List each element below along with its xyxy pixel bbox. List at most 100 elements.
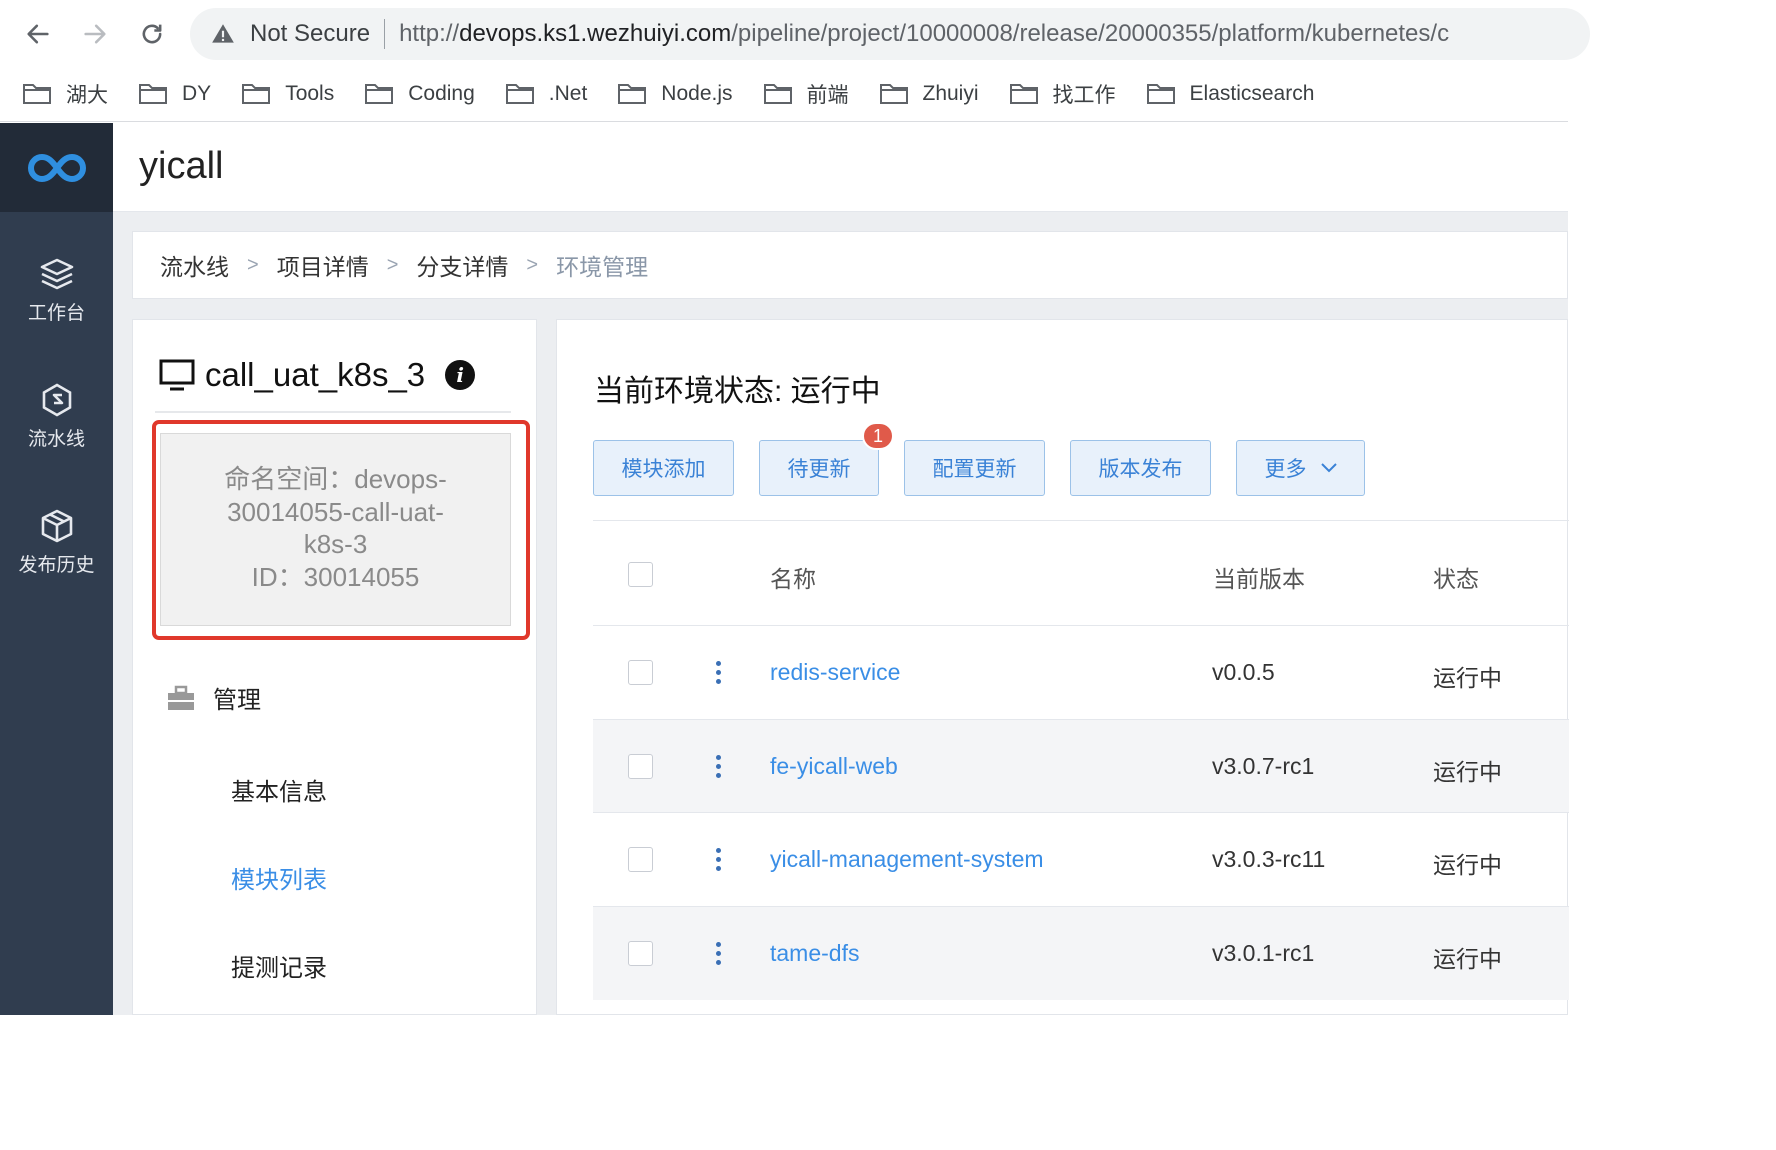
pending-update-button[interactable]: 待更新 <box>759 440 879 496</box>
reload-icon <box>142 24 162 44</box>
folder-icon <box>242 83 271 104</box>
row-checkbox[interactable] <box>628 660 653 685</box>
env-status-title: 当前环境状态: 运行中 <box>594 375 881 408</box>
bookmark-item[interactable]: 前端 <box>763 79 849 109</box>
breadcrumb-item-branch[interactable]: 分支详情 <box>416 248 508 282</box>
column-header-status[interactable]: 状态 <box>1433 560 1479 594</box>
warning-icon <box>212 24 234 43</box>
highlight-annotation <box>152 420 530 640</box>
folder-icon <box>879 83 908 104</box>
layers-icon <box>40 258 73 290</box>
more-label: 更多 <box>1264 458 1307 481</box>
folder-icon <box>23 83 51 104</box>
chevron-right-icon: > <box>247 253 259 276</box>
breadcrumb-item-pipeline[interactable]: 流水线 <box>160 248 229 282</box>
chevron-right-icon: > <box>526 253 539 276</box>
hexagon-s-icon <box>42 383 71 417</box>
app-logo[interactable] <box>0 123 113 212</box>
bookmark-item[interactable]: Zhuiyi <box>879 82 979 106</box>
bookmark-label: Elasticsearch <box>1189 81 1315 105</box>
bookmark-item[interactable]: .Net <box>505 81 588 106</box>
module-status: 运行中 <box>1433 852 1502 878</box>
divider <box>155 411 511 413</box>
sidebar-item-label: 发布历史 <box>18 555 95 576</box>
forward-button[interactable] <box>75 14 115 54</box>
module-version: v3.0.3-rc11 <box>1212 846 1326 872</box>
folder-icon <box>505 83 534 104</box>
pending-count-badge: 1 <box>862 422 894 450</box>
bookmark-label: 前端 <box>806 83 849 107</box>
menu-group-management[interactable]: 管理 <box>167 680 261 715</box>
address-bar[interactable]: Not Secure http://devops.ks1.wezhuiyi.co… <box>190 8 1590 60</box>
add-module-button[interactable]: 模块添加 <box>593 440 734 496</box>
row-actions-kebab-icon[interactable] <box>716 661 722 688</box>
app-header: yicall <box>113 123 1568 212</box>
info-icon[interactable]: i <box>445 360 476 390</box>
table-row: yicall-management-system v3.0.3-rc11 运行中 <box>593 812 1569 906</box>
config-update-button[interactable]: 配置更新 <box>904 440 1045 496</box>
breadcrumb-item-project[interactable]: 项目详情 <box>277 248 369 282</box>
menu-group-label: 管理 <box>213 687 261 714</box>
bookmark-item[interactable]: Coding <box>364 82 475 106</box>
table-top-rule <box>593 520 1569 521</box>
folder-icon <box>618 83 647 104</box>
select-all-checkbox[interactable] <box>628 562 653 587</box>
breadcrumb-item-env: 环境管理 <box>556 254 649 280</box>
bookmark-item[interactable]: Tools <box>241 82 334 106</box>
row-checkbox[interactable] <box>628 754 653 779</box>
row-checkbox[interactable] <box>628 941 653 966</box>
reload-button[interactable] <box>132 14 172 54</box>
url-host: devops.ks1.wezhuiyi.com <box>459 20 732 47</box>
row-checkbox[interactable] <box>628 847 653 872</box>
module-name-link[interactable]: tame-dfs <box>770 940 859 967</box>
row-actions-kebab-icon[interactable] <box>716 942 722 969</box>
sidebar-item-release-history[interactable]: 发布历史 <box>0 508 113 577</box>
more-dropdown-button[interactable]: 更多 <box>1236 440 1365 496</box>
row-actions-kebab-icon[interactable] <box>716 848 722 875</box>
box-icon <box>41 509 72 543</box>
bookmark-label: Coding <box>408 81 475 105</box>
bookmark-label: 找工作 <box>1052 83 1116 107</box>
url-text: http://devops.ks1.wezhuiyi.com/pipeline/… <box>399 20 1449 48</box>
menu-item-test-records[interactable]: 提测记录 <box>231 948 327 983</box>
table-row: fe-yicall-web v3.0.7-rc1 运行中 <box>593 719 1569 813</box>
sidebar-item-workbench[interactable]: 工作台 <box>0 256 113 325</box>
module-version: v3.0.7-rc1 <box>1212 753 1315 779</box>
folder-icon <box>763 83 792 104</box>
bookmark-item[interactable]: 找工作 <box>1009 79 1116 109</box>
infinity-logo-icon <box>27 153 86 182</box>
env-title: call_uat_k8s_3 i <box>159 356 476 394</box>
bookmark-item[interactable]: 湖大 <box>22 79 108 109</box>
bookmark-item[interactable]: Node.js <box>617 81 733 106</box>
browser-toolbar: Not Secure http://devops.ks1.wezhuiyi.co… <box>0 0 1590 66</box>
row-actions-kebab-icon[interactable] <box>716 755 722 782</box>
column-header-name[interactable]: 名称 <box>770 560 816 594</box>
version-release-button[interactable]: 版本发布 <box>1070 440 1211 496</box>
sidebar: 工作台 流水线 发布历史 <box>0 212 113 1015</box>
arrow-left-icon <box>27 24 49 44</box>
sidebar-item-label: 工作台 <box>27 303 85 324</box>
omnibox-separator <box>384 19 386 49</box>
sidebar-item-pipeline[interactable]: 流水线 <box>0 382 113 451</box>
bookmark-label: .Net <box>548 81 588 105</box>
bookmark-label: DY <box>182 81 212 105</box>
folder-icon <box>1009 83 1038 104</box>
column-header-version[interactable]: 当前版本 <box>1213 560 1305 594</box>
bookmark-label: 湖大 <box>66 83 108 107</box>
env-name: call_uat_k8s_3 <box>205 356 426 393</box>
bookmark-item[interactable]: Elasticsearch <box>1146 81 1315 106</box>
menu-item-basic-info[interactable]: 基本信息 <box>231 772 327 807</box>
table-row: redis-service v0.0.5 运行中 <box>593 625 1569 719</box>
folder-icon <box>139 83 167 104</box>
url-prefix: http:// <box>399 20 460 47</box>
bookmark-label: Node.js <box>661 81 733 105</box>
app-shell: 工作台 流水线 发布历史 yicall 流水线 > 项目详情 > 分支详情 > … <box>0 123 1569 1015</box>
bookmark-item[interactable]: DY <box>138 82 211 106</box>
module-status: 运行中 <box>1433 759 1502 785</box>
module-name-link[interactable]: fe-yicall-web <box>770 753 898 780</box>
module-name-link[interactable]: yicall-management-system <box>770 846 1044 873</box>
menu-item-module-list[interactable]: 模块列表 <box>231 860 327 895</box>
module-name-link[interactable]: redis-service <box>770 659 900 686</box>
table-row: tame-dfs v3.0.1-rc1 运行中 <box>593 906 1569 1000</box>
back-button[interactable] <box>18 14 58 54</box>
